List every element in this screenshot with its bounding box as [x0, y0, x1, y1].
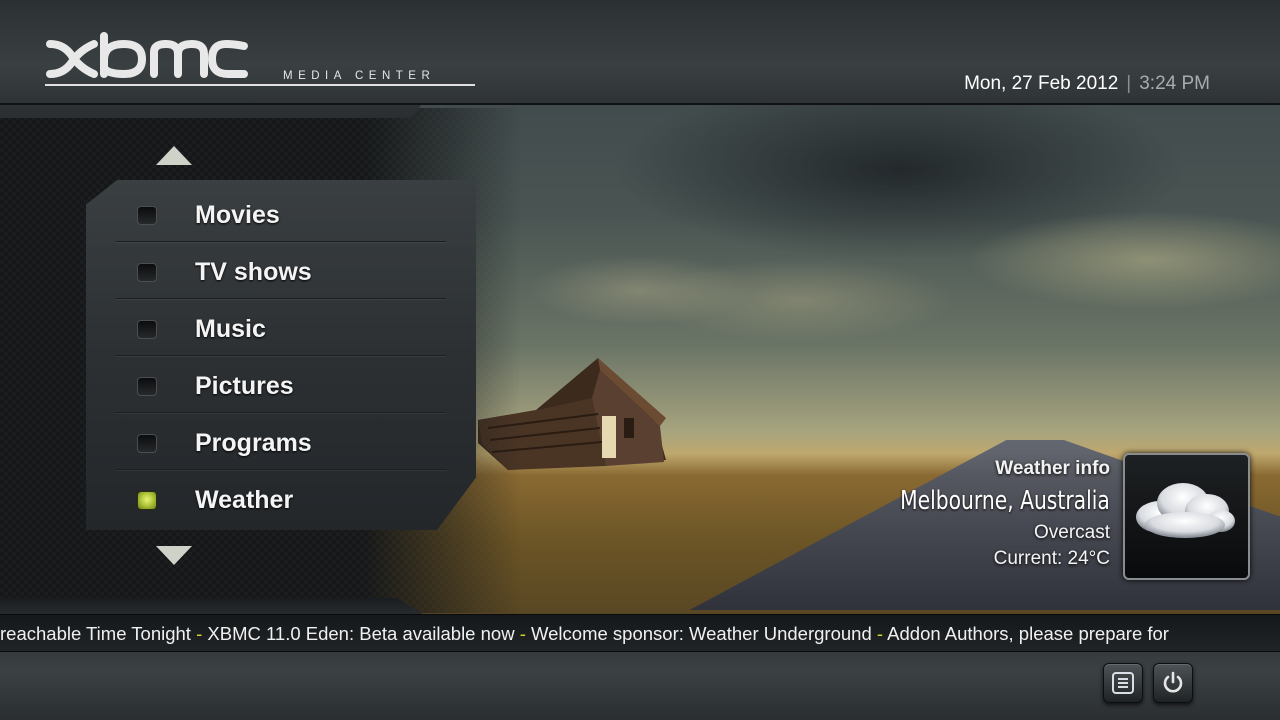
- header-divider: [0, 103, 1280, 105]
- menu-bullet-active-icon: [137, 491, 157, 510]
- logo-underline: [45, 84, 475, 86]
- ticker-separator: -: [871, 623, 888, 644]
- power-icon: [1163, 671, 1183, 693]
- menu-item-label: Movies: [195, 201, 280, 229]
- weather-current-temp: Current: 24°C: [993, 548, 1110, 569]
- menu-item-tv-shows[interactable]: TV shows: [116, 241, 446, 299]
- ticker-separator: -: [190, 623, 208, 644]
- menu-item-music[interactable]: Music: [116, 298, 446, 356]
- menu-bullet-icon: [137, 434, 157, 453]
- cloud-icon: [1136, 483, 1235, 538]
- date-time-separator: |: [1126, 73, 1132, 94]
- menu-item-label: Programs: [195, 429, 312, 457]
- list-icon: [1112, 672, 1134, 694]
- menu-bullet-icon: [137, 320, 157, 339]
- ticker-item: reachable Time Tonight: [0, 623, 191, 644]
- power-button[interactable]: [1153, 663, 1193, 703]
- time-label: 3:24 PM: [1139, 73, 1210, 94]
- menu-item-weather[interactable]: Weather: [116, 469, 446, 526]
- scroll-down-icon[interactable]: [156, 546, 192, 565]
- date-time-display: Mon, 27 Feb 2012 | 3:24 PM: [964, 73, 1210, 95]
- news-ticker: reachable Time Tonight - XBMC 11.0 Eden:…: [0, 614, 1280, 652]
- menu-bullet-icon: [137, 206, 157, 225]
- menu-bullet-icon: [137, 377, 157, 396]
- scroll-up-icon[interactable]: [156, 146, 192, 165]
- ticker-item: XBMC 11.0 Eden: Beta available now: [207, 623, 515, 644]
- menu-item-label: Pictures: [195, 372, 294, 400]
- menu-item-movies[interactable]: Movies: [116, 184, 446, 242]
- menu-item-pictures[interactable]: Pictures: [116, 355, 446, 413]
- weather-location: Melbourne, Australia: [900, 486, 1110, 516]
- weather-info-title: Weather info: [995, 458, 1110, 479]
- ticker-item: Addon Authors, please prepare for: [887, 623, 1169, 644]
- menu-item-label: Weather: [195, 486, 294, 514]
- logo-subtitle: MEDIA CENTER: [283, 70, 436, 82]
- ticker-item: Welcome sponsor: Weather Underground: [531, 623, 872, 644]
- weather-icon-box: [1123, 453, 1250, 580]
- menu-item-label: Music: [195, 315, 266, 343]
- favourites-button[interactable]: [1103, 663, 1143, 703]
- menu-bullet-icon: [137, 263, 157, 282]
- weather-condition: Overcast: [1033, 522, 1110, 543]
- menu-item-label: TV shows: [195, 258, 312, 286]
- menu-item-programs[interactable]: Programs: [116, 412, 446, 470]
- date-label: Mon, 27 Feb 2012: [964, 73, 1119, 94]
- weather-info-panel: Weather info Melbourne, Australia Overca…: [841, 458, 1110, 570]
- ticker-separator: -: [514, 623, 532, 644]
- ticker-text: reachable Time Tonight - XBMC 11.0 Eden:…: [0, 623, 1169, 645]
